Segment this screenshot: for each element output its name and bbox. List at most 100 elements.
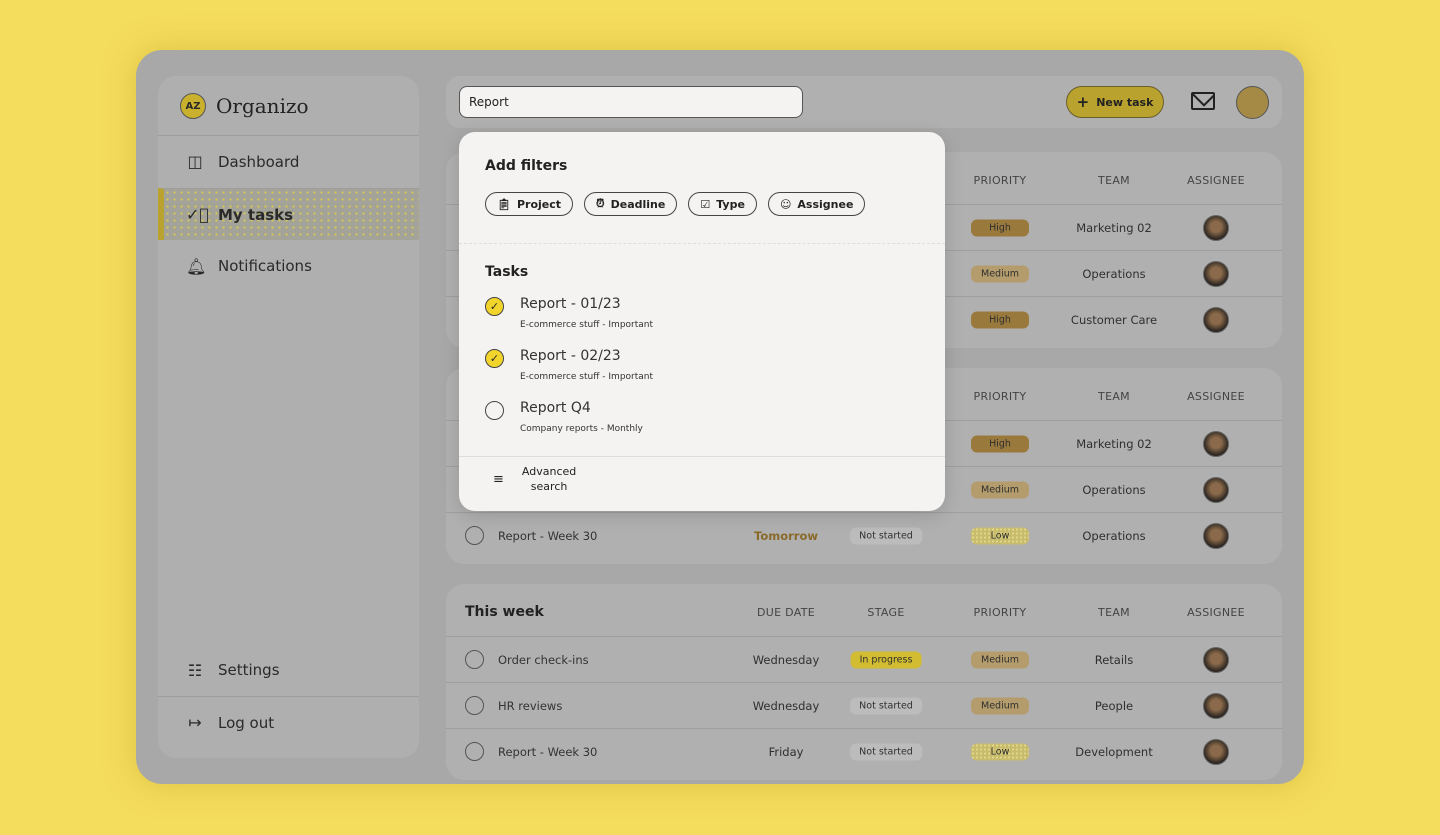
team: Customer Care [1070,312,1158,327]
column-header-team: TEAM [1098,390,1130,403]
task-result-name: Report - 02/23 [520,348,621,364]
chip-label: Assignee [797,197,854,211]
chip-label: Project [516,197,562,211]
priority-badge: High [971,435,1029,452]
assignee-avatar[interactable] [1203,430,1229,457]
filter-assignee[interactable]: ☺ Assignee [767,192,866,216]
new-task-button[interactable]: + New task [1066,86,1164,118]
team: Operations [1082,266,1146,281]
empty-circle-icon[interactable] [485,401,504,420]
plus-icon: + [1076,93,1090,111]
task-result-name: Report Q4 [520,400,591,416]
assignee-avatar[interactable] [1203,214,1229,241]
priority-badge: High [971,219,1029,236]
sidebar-item-notifications[interactable]: 🔔︎ Notifications [158,240,419,292]
complete-checkbox[interactable] [465,742,484,761]
column-header-priority: PRIORITY [973,606,1027,619]
assignee-avatar[interactable] [1203,738,1229,765]
logo: AZ Organizo [180,93,309,119]
complete-checkbox[interactable] [465,696,484,715]
sidebar-item-dashboard[interactable]: ◫ Dashboard [158,135,419,187]
column-header-priority: PRIORITY [973,174,1027,187]
complete-checkbox[interactable] [465,526,484,545]
assignee-avatar[interactable] [1203,260,1229,287]
due-date: Friday [768,744,804,759]
filter-chips: 📋︎ Project ⏰︎ Deadline ☑︎ Type ☺ Assignee [485,192,866,216]
sidebar-item-my-tasks[interactable]: ✓⃝ My tasks [158,188,419,240]
assignee-avatar[interactable] [1203,692,1229,719]
column-header-stage: STAGE [867,606,905,619]
check-circle-icon: ✓⃝ [186,205,210,224]
column-header-assignee: ASSIGNEE [1187,390,1245,403]
search-input[interactable] [459,86,803,118]
sliders-icon: ☷ [187,660,203,680]
assignee-avatar[interactable] [1203,646,1229,673]
advanced-line-1: Advanced [521,465,577,478]
filter-project[interactable]: 📋︎ Project [485,192,574,216]
sidebar-item-logout[interactable]: ↦ Log out [158,696,419,748]
user-avatar[interactable] [1236,86,1269,119]
face-icon: ☺ [779,197,792,211]
priority-badge: Medium [971,697,1029,714]
sidebar-item-label: Settings [218,661,280,679]
logout-icon: ↦ [188,713,202,732]
task-name: HR reviews [498,698,563,713]
task-result-subtitle: Company reports - Monthly [520,424,643,434]
checklist-icon: ☑︎ [700,197,711,211]
divider [459,243,945,244]
checked-circle-icon[interactable]: ✓ [485,297,504,316]
column-header-priority: PRIORITY [973,390,1027,403]
table-row[interactable]: Report - Week 30 Tomorrow Not started Low Op… [446,512,1282,558]
sidebar-item-label: Notifications [218,257,312,275]
tasks-heading: Tasks [485,264,529,280]
assignee-avatar[interactable] [1203,306,1229,333]
filter-deadline[interactable]: ⏰︎ Deadline [584,192,678,216]
logo-badge: AZ [180,93,206,119]
clipboard-icon: 📋︎ [497,197,511,211]
assignee-avatar[interactable] [1203,522,1229,549]
team: Marketing 02 [1076,436,1152,451]
stage-badge: Not started [850,527,922,544]
stage-badge: In progress [850,651,922,668]
advanced-search-button[interactable]: ≡ Advanced search [493,464,576,494]
table-row[interactable]: Order check-ins Wednesday In progress Mediu… [446,636,1282,682]
bell-icon: 🔔︎ [186,256,207,276]
priority-badge: High [971,311,1029,328]
group-title: This week [465,604,544,620]
sidebar: AZ Organizo ◫ Dashboard ✓⃝ My tasks 🔔︎ Noti… [158,76,419,758]
due-date: Tomorrow [754,528,818,543]
sidebar-item-label: Dashboard [218,152,300,171]
logo-text: Organizo [216,94,309,118]
task-result-subtitle: E-commerce stuff - Important [520,372,654,382]
priority-badge: Low [971,743,1029,760]
mail-icon[interactable] [1191,92,1215,110]
divider [459,456,945,457]
team: Retails [1094,652,1134,667]
search-dropdown: Add filters 📋︎ Project ⏰︎ Deadline ☑︎ Type … [459,132,945,511]
chip-label: Deadline [610,197,666,211]
team: Operations [1082,482,1146,497]
task-name: Report - Week 30 [498,744,598,759]
stage-badge: Not started [850,697,922,714]
advanced-line-2: search [530,480,568,493]
checked-circle-icon[interactable]: ✓ [485,349,504,368]
priority-badge: Medium [971,651,1029,668]
filter-icon: ≡ [493,471,504,487]
column-header-due: DUE DATE [757,606,815,619]
stage-badge: Not started [850,743,922,760]
table-row[interactable]: HR reviews Wednesday Not started Medium Peop… [446,682,1282,728]
task-result-name: Report - 01/23 [520,296,621,312]
table-row[interactable]: Report - Week 30 Friday Not started Low Deve… [446,728,1282,774]
assignee-avatar[interactable] [1203,476,1229,503]
column-header-team: TEAM [1098,174,1130,187]
complete-checkbox[interactable] [465,650,484,669]
team: Marketing 02 [1076,220,1152,235]
priority-badge: Medium [971,265,1029,282]
sidebar-item-label: My tasks [218,205,294,224]
sidebar-item-settings[interactable]: ☷ Settings [158,644,419,696]
layout-icon: ◫ [187,152,203,171]
team: Development [1075,744,1153,759]
filter-type[interactable]: ☑︎ Type [688,192,757,216]
priority-badge: Medium [971,481,1029,498]
advanced-search-label: Advanced search [522,464,576,494]
